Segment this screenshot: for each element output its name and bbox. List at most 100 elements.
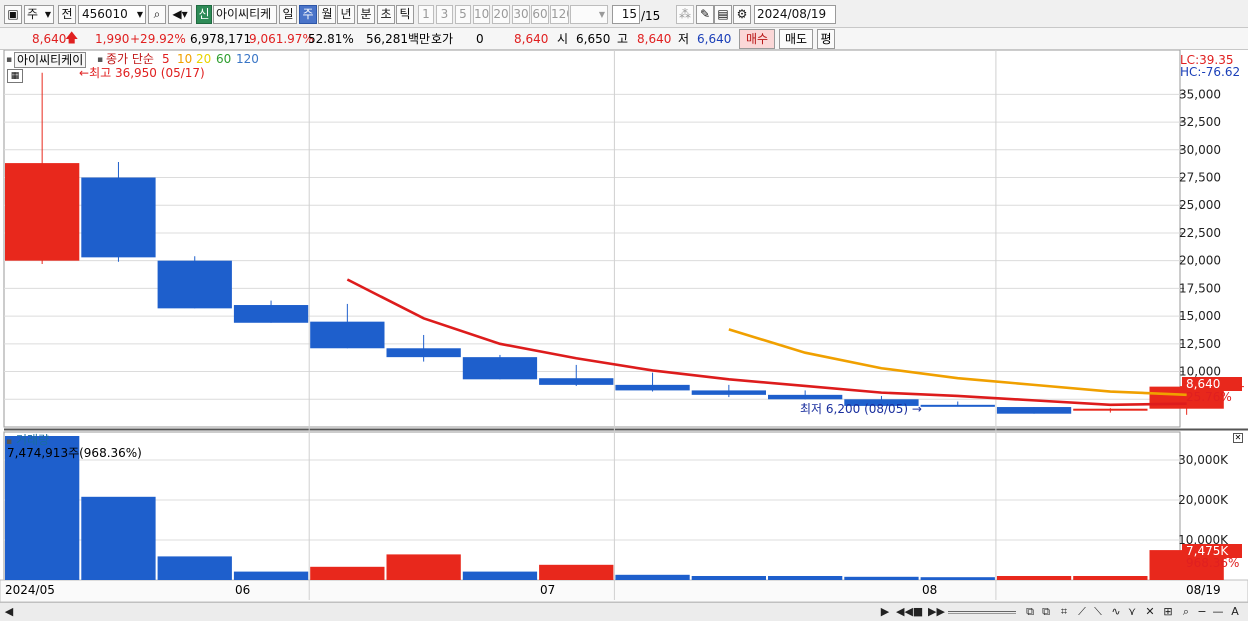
- hline-icon[interactable]: ⟍: [1092, 605, 1104, 619]
- date-field[interactable]: 2024/08/19: [754, 5, 836, 24]
- candle-body: [310, 321, 385, 349]
- period-button[interactable]: 일: [279, 5, 297, 24]
- minus-icon[interactable]: −: [1196, 605, 1208, 619]
- period-button[interactable]: 년: [337, 5, 355, 24]
- period-select-value: 주: [27, 7, 39, 21]
- layout-icon[interactable]: ⧉: [1040, 605, 1052, 619]
- price-change-pct: +29.92%: [130, 32, 186, 46]
- ma-period-60: 60: [216, 52, 231, 66]
- candle-body: [5, 163, 80, 261]
- period-button[interactable]: 분: [357, 5, 375, 24]
- price-tick-label: 15,000: [1179, 309, 1221, 323]
- zoom-slider[interactable]: [948, 605, 1016, 619]
- candle-body: [157, 260, 232, 309]
- copy-icon[interactable]: ⧉: [1024, 605, 1036, 619]
- speaker-icon[interactable]: ◀▾: [168, 5, 192, 24]
- interval-button[interactable]: 10: [473, 5, 490, 24]
- volume-bar: [539, 564, 614, 580]
- marker-icon[interactable]: ⊞: [1162, 605, 1174, 619]
- interval-button[interactable]: 30: [512, 5, 530, 24]
- x-axis-label: 2024/05: [5, 583, 55, 597]
- price-tick-label: 17,500: [1179, 281, 1221, 295]
- window-menu-icon[interactable]: ▣: [4, 5, 22, 24]
- fib-icon[interactable]: ⋎: [1126, 605, 1138, 619]
- gear-icon[interactable]: ⚙: [733, 5, 751, 24]
- wave-icon[interactable]: ∿: [1110, 605, 1122, 619]
- hc-label: HC:-76.62: [1180, 65, 1241, 79]
- low-label: 저: [678, 32, 690, 46]
- interval-button[interactable]: 5: [455, 5, 471, 24]
- volume-bar: [768, 576, 843, 580]
- volume-panel-title: 거래량: [16, 433, 50, 447]
- page-count-field[interactable]: 15: [612, 5, 640, 24]
- volume-bar: [157, 556, 232, 580]
- candle-body: [920, 404, 995, 407]
- zoom-icon[interactable]: ⌕: [1180, 605, 1192, 619]
- volume-bar: [920, 577, 995, 580]
- min-price-text: 최저 6,200 (08/05): [800, 402, 909, 416]
- interval-button[interactable]: 3: [436, 5, 453, 24]
- draw-tool-icon[interactable]: ✎: [696, 5, 714, 24]
- ma-label: 60: [216, 52, 232, 66]
- cross-icon[interactable]: ✕: [1144, 605, 1156, 619]
- interval-combo[interactable]: ▼: [570, 5, 608, 24]
- rewind-icon[interactable]: ◀◀: [896, 605, 913, 619]
- volume-bar: [996, 576, 1072, 580]
- x-axis-label: 07: [540, 583, 556, 597]
- volume-bar: [691, 576, 766, 580]
- page-total-label: /15: [641, 9, 661, 23]
- up-arrow-icon: 🡅: [65, 31, 79, 46]
- chevron-down-icon: ▼: [44, 10, 51, 19]
- stock-code-field[interactable]: 456010 ▼: [78, 5, 146, 24]
- period-button[interactable]: 주: [299, 5, 317, 24]
- x-axis-label: 08: [922, 583, 938, 597]
- search-icon[interactable]: ⌕: [148, 5, 166, 24]
- price-tick-label: 12,500: [1179, 337, 1221, 351]
- grid-icon[interactable]: ⌗: [1058, 605, 1070, 619]
- interval-button[interactable]: 60: [531, 5, 549, 24]
- sell-button[interactable]: 매도: [779, 29, 813, 49]
- x-axis-label: 08/19: [1186, 583, 1221, 597]
- chart-area[interactable]: 35,000 32,500 30,000 27,500 25,000 22,500 20,0…: [0, 49, 1248, 603]
- candle-body: [996, 407, 1072, 414]
- interval-button[interactable]: 120: [550, 5, 569, 24]
- collapse-icon[interactable]: ▪: [6, 53, 12, 67]
- fast-forward-icon[interactable]: ▶▶: [928, 605, 945, 619]
- interval-button[interactable]: 20: [492, 5, 510, 24]
- volume-note: 7,474,913주(968.36%): [7, 446, 142, 460]
- min-price-note: 최저 6,200 (08/05) →: [800, 402, 922, 416]
- ma-label: 5: [162, 52, 170, 66]
- line-icon[interactable]: —: [1212, 605, 1224, 619]
- save-icon[interactable]: ▤: [714, 5, 732, 24]
- period-button[interactable]: 초: [377, 5, 395, 24]
- close-icon[interactable]: ✕: [1233, 433, 1243, 443]
- volume-bar: [1073, 576, 1148, 580]
- prev-button[interactable]: 전: [58, 5, 76, 24]
- price-change: 1,990: [95, 32, 130, 46]
- hoga-price: 8,640: [514, 32, 549, 46]
- volume-bar: [81, 496, 156, 580]
- volume-value: 6,978,171: [190, 32, 252, 46]
- scroll-right-arrow-icon[interactable]: ▶: [880, 605, 890, 619]
- period-button[interactable]: 틱: [396, 5, 414, 24]
- scroll-left-arrow-icon[interactable]: ◀: [4, 605, 14, 619]
- buy-button[interactable]: 매수: [739, 29, 775, 49]
- volume-bar: [310, 566, 385, 580]
- interval-button[interactable]: 1: [418, 5, 434, 24]
- period-button[interactable]: 월: [318, 5, 336, 24]
- text-tool-icon[interactable]: A: [1228, 605, 1242, 619]
- ma-period-10: 10: [177, 52, 192, 66]
- eval-button[interactable]: 평: [817, 29, 835, 49]
- link-icon[interactable]: ⁂: [676, 5, 694, 24]
- trendline-icon[interactable]: ⟋: [1076, 605, 1088, 619]
- price-tick-label: 20,000: [1179, 254, 1221, 268]
- price-panel-title[interactable]: 아이씨티케이: [14, 52, 87, 68]
- volume-bar: [615, 574, 690, 580]
- calendar-icon[interactable]: ▦: [7, 69, 23, 83]
- candle-body: [1073, 408, 1148, 411]
- chart-period-select[interactable]: 주 ▼: [24, 5, 54, 24]
- ma-label: 10: [177, 52, 193, 66]
- chart-canvas[interactable]: 35,000 32,500 30,000 27,500 25,000 22,500 20,0…: [0, 49, 1248, 603]
- current-price: 8,640: [32, 32, 67, 46]
- stop-icon[interactable]: ■: [912, 605, 924, 619]
